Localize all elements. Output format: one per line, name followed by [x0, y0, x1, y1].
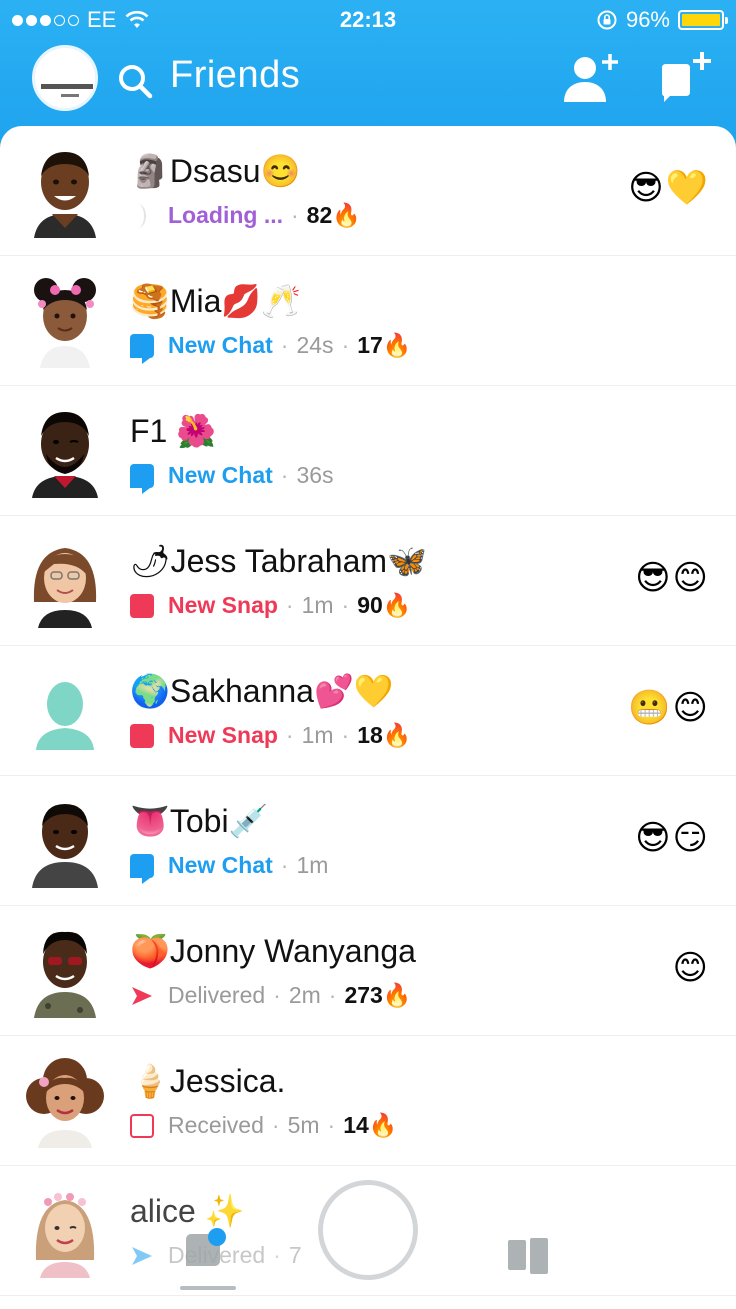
status-time: 1m [301, 722, 334, 748]
friend-row[interactable]: 🍑Jonny Wanyanga Delivered · 2m · 273🔥 😊 [0, 906, 736, 1036]
add-friend-icon[interactable] [560, 50, 622, 106]
friend-name: 🌶Jess Tabraham🦋 [130, 543, 427, 579]
friend-row[interactable]: 🥞Mia💋🥂 New Chat · 24s · 17🔥 [0, 256, 736, 386]
friend-name: F1 🌺 [130, 413, 217, 449]
status-label: New Chat [168, 852, 273, 878]
friend-status: Loading ... · 82🔥 [130, 202, 361, 229]
delivered-icon [132, 986, 152, 1005]
streak-count: 82🔥 [306, 202, 361, 228]
friend-status: New Chat · 24s · 17🔥 [130, 332, 412, 364]
friend-name: 👅Tobi💉 [130, 803, 269, 839]
friend-status: New Chat · 36s [130, 462, 334, 494]
status-label: Loading ... [168, 202, 283, 228]
status-label: New Snap [168, 592, 278, 618]
friend-emojis: 😎💛 [628, 168, 710, 208]
friend-emojis: 😎😏 [635, 818, 710, 858]
status-label: New Chat [168, 462, 273, 488]
status-right: 96% [596, 7, 728, 33]
chat-icon [130, 463, 154, 494]
snap-icon [130, 593, 154, 618]
status-label: New Snap [168, 722, 278, 748]
loading-icon [130, 203, 146, 228]
bitmoji-avatar [35, 1193, 95, 1278]
friend-name: 🗿Dsasu😊 [130, 153, 301, 189]
bitmoji-avatar [34, 278, 96, 368]
page-title: Friends [170, 54, 301, 96]
default-avatar-icon [36, 682, 94, 750]
rotation-lock-icon [597, 10, 617, 30]
status-label: New Chat [168, 332, 273, 358]
battery-icon [678, 10, 728, 30]
friend-status: New Snap · 1m · 90🔥 [130, 592, 411, 619]
snap-icon [130, 723, 154, 748]
top-nav: Friends [0, 40, 736, 120]
received-icon [130, 1113, 154, 1138]
status-time: 1m [296, 852, 329, 878]
streak-count: 14🔥 [343, 1112, 398, 1138]
bitmoji-avatar [33, 548, 97, 628]
bitmoji-avatar [34, 931, 96, 1018]
bitmoji-avatar [32, 412, 98, 498]
streak-count: 273🔥 [344, 982, 412, 1008]
friend-status: New Snap · 1m · 18🔥 [130, 722, 411, 749]
stories-tab-icon[interactable] [508, 1238, 550, 1274]
chat-icon [130, 333, 154, 364]
delivered-icon [132, 1246, 152, 1265]
status-bar: EE 22:13 96% [0, 0, 736, 40]
friend-row[interactable]: 🗿Dsasu😊 Loading ... · 82🔥 😎💛 [0, 126, 736, 256]
friend-status: New Chat · 1m [130, 852, 329, 884]
friend-emojis: 😊 [672, 948, 710, 988]
streak-count: 17🔥 [357, 332, 412, 358]
status-time: 7 [288, 1242, 302, 1268]
friend-name: 🍑Jonny Wanyanga [130, 933, 416, 969]
friend-emojis: 😎😊 [635, 558, 710, 598]
friends-list: 🗿Dsasu😊 Loading ... · 82🔥 😎💛 🥞Mia💋🥂 New … [0, 126, 736, 1309]
search-icon[interactable] [116, 62, 156, 102]
bitmoji-avatar [32, 804, 98, 888]
friend-row[interactable]: F1 🌺 New Chat · 36s [0, 386, 736, 516]
friend-name: 🥞Mia💋🥂 [130, 283, 302, 319]
chat-tab-icon[interactable] [186, 1228, 226, 1270]
status-time: 1m [301, 592, 334, 618]
status-time: 5m [287, 1112, 320, 1138]
new-chat-icon[interactable] [656, 48, 716, 106]
bitmoji-avatar [34, 152, 96, 238]
capture-button[interactable] [318, 1180, 418, 1280]
streak-count: 90🔥 [357, 592, 412, 618]
status-label: Received [168, 1112, 264, 1138]
chat-icon [130, 853, 154, 884]
streak-count: 18🔥 [357, 722, 412, 748]
bitmoji-avatar [26, 1058, 104, 1148]
friend-row[interactable]: 👅Tobi💉 New Chat · 1m 😎😏 [0, 776, 736, 906]
friend-row[interactable]: 🌍Sakhanna💕💛 New Snap · 1m · 18🔥 😬😊 [0, 646, 736, 776]
profile-avatar[interactable] [32, 45, 98, 111]
friend-status: Delivered · 2m · 273🔥 [130, 982, 411, 1009]
battery-percent: 96% [625, 7, 670, 32]
friend-row[interactable]: 🍦Jessica. Received · 5m · 14🔥 [0, 1036, 736, 1166]
friend-name: alice ✨ [130, 1193, 245, 1229]
friend-status: Received · 5m · 14🔥 [130, 1112, 397, 1139]
status-time: 24s [296, 332, 334, 358]
friend-emojis: 😬😊 [628, 688, 710, 728]
friend-name: 🍦Jessica. [130, 1063, 286, 1099]
status-time: 36s [296, 462, 334, 488]
friend-name: 🌍Sakhanna💕💛 [130, 673, 394, 709]
status-time: 2m [288, 982, 321, 1008]
unread-dot [208, 1228, 226, 1246]
status-label: Delivered [168, 982, 266, 1008]
friend-row[interactable]: 🌶Jess Tabraham🦋 New Snap · 1m · 90🔥 😎😊 [0, 516, 736, 646]
